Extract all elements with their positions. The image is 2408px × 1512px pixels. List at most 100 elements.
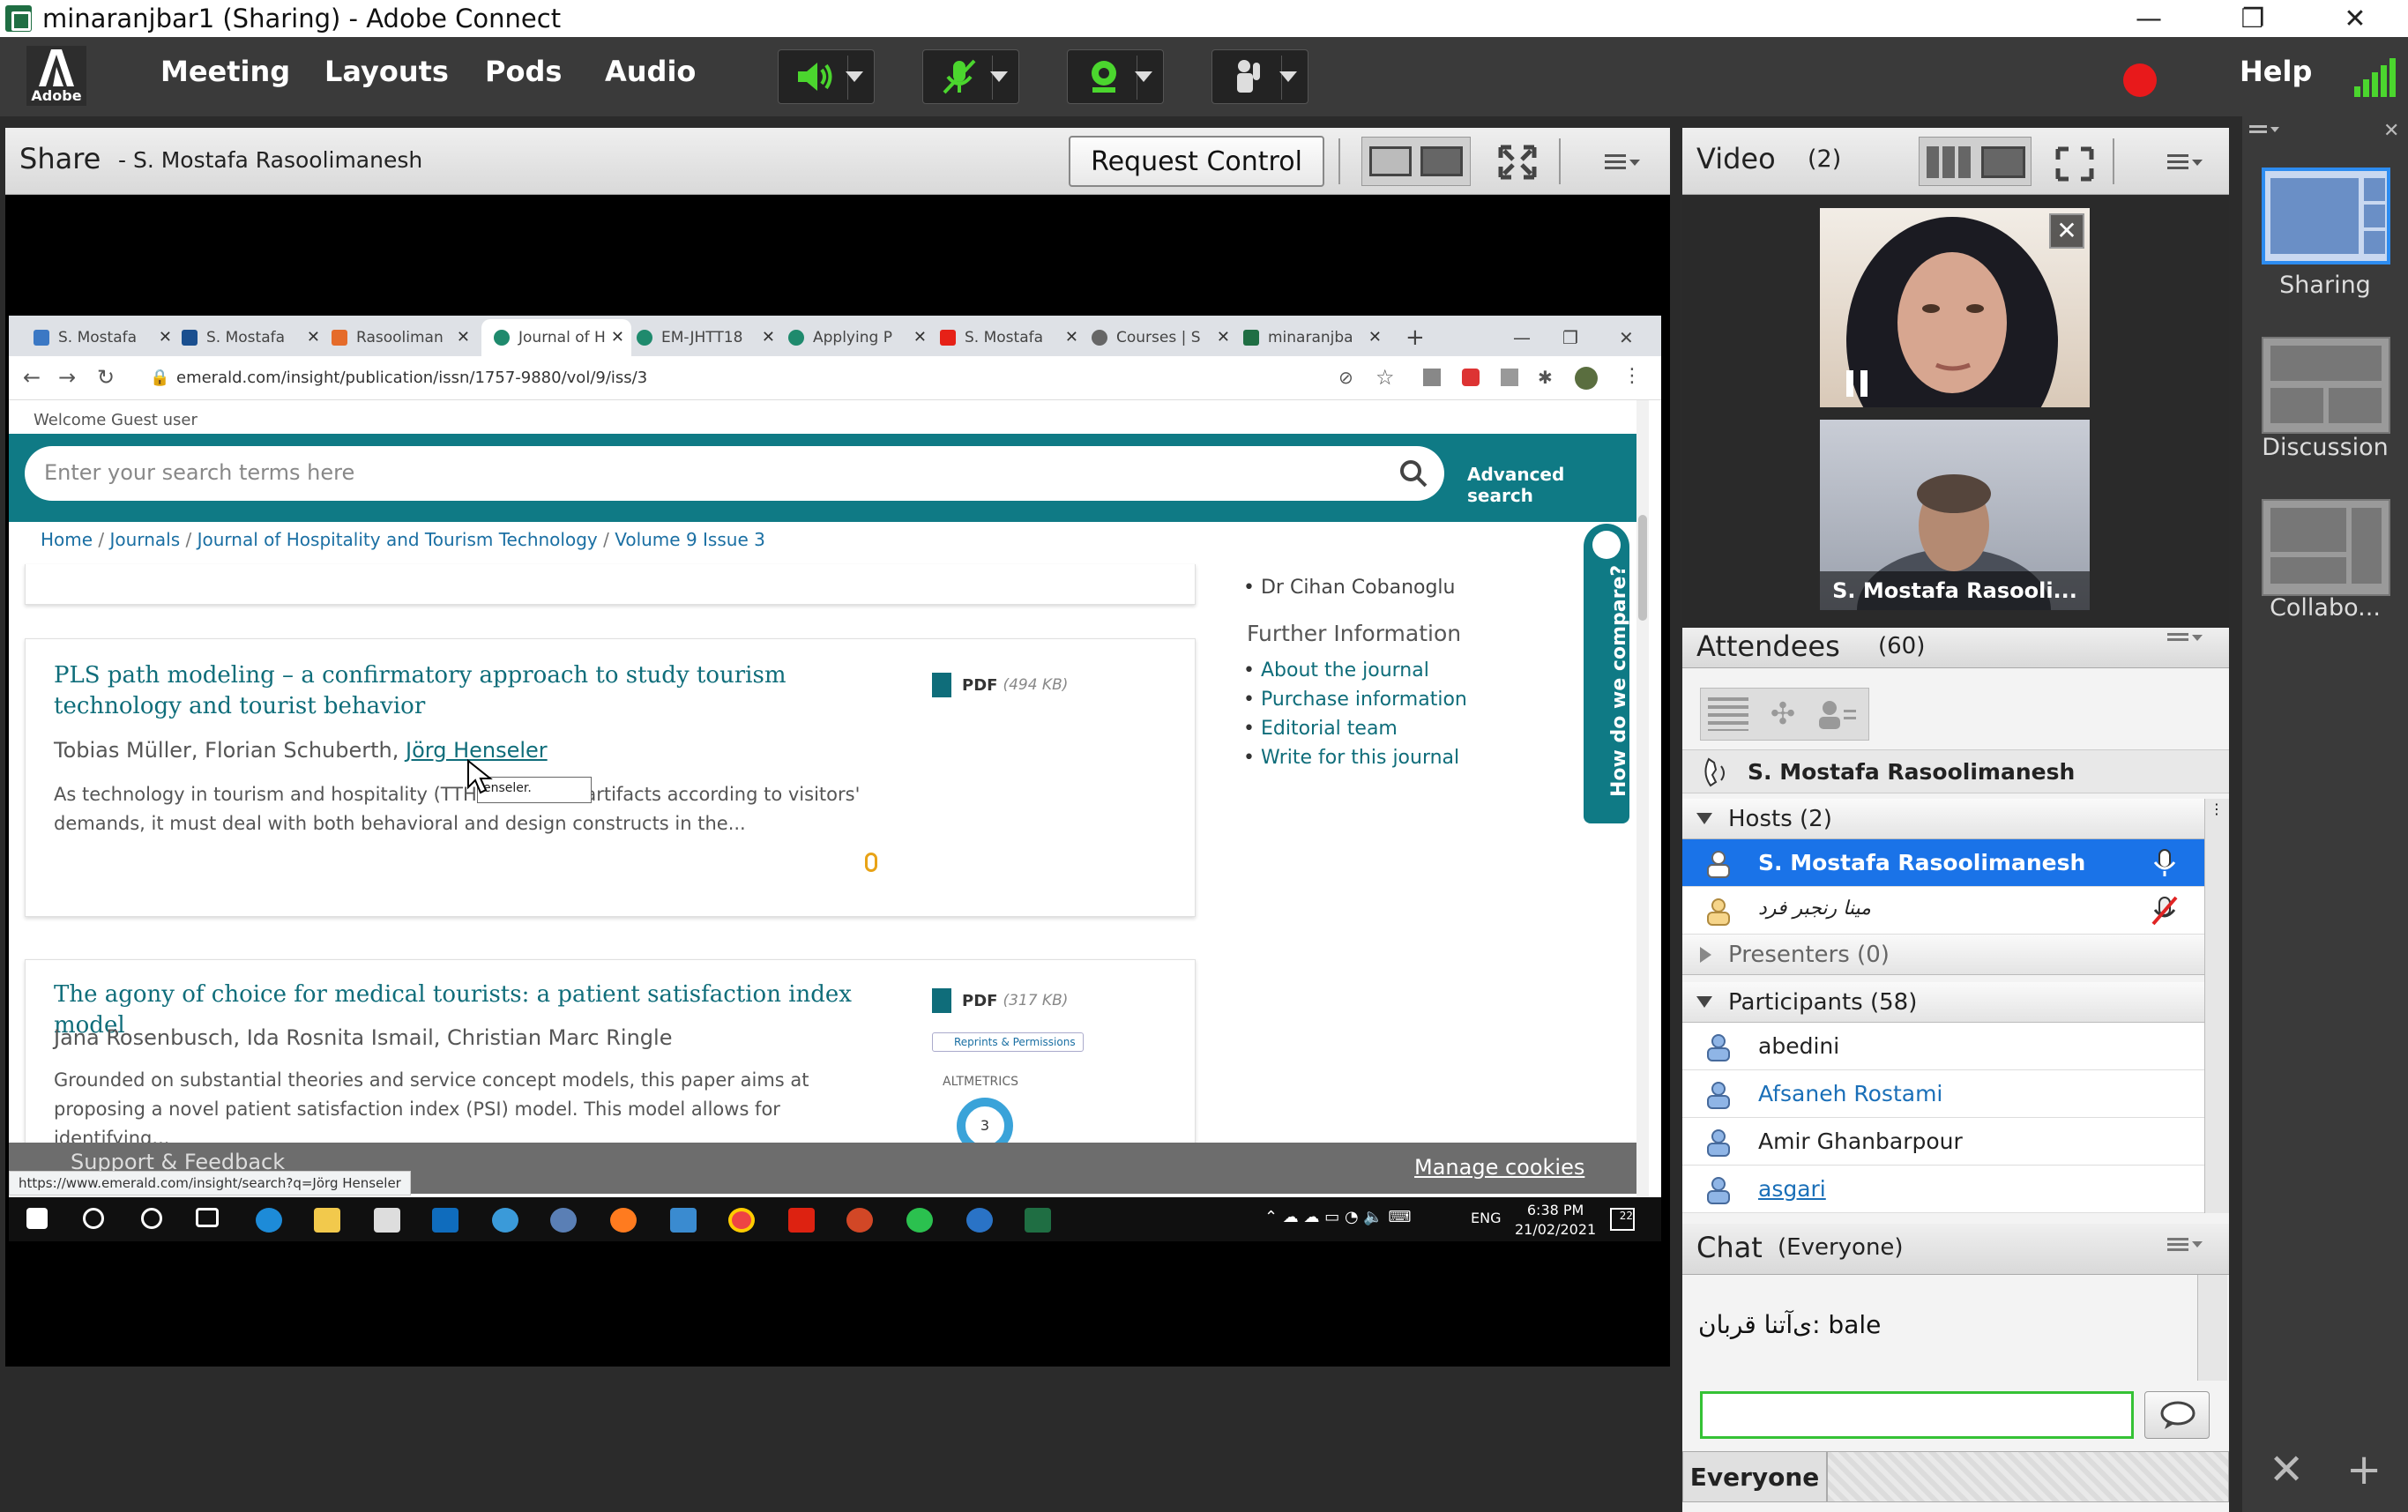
rail-close-icon[interactable]: ✕ — [2383, 120, 2399, 142]
chat-message-input[interactable] — [1700, 1391, 2134, 1439]
language-indicator[interactable]: ENG — [1471, 1210, 1501, 1226]
close-button[interactable]: ✕ — [2324, 0, 2386, 37]
forward-icon[interactable]: → — [58, 365, 76, 390]
cortana-icon[interactable] — [141, 1208, 162, 1229]
restore-button[interactable]: ❐ — [2222, 0, 2284, 37]
layout-discussion-thumbnail[interactable] — [2262, 337, 2390, 434]
extension-icon[interactable] — [1501, 369, 1518, 386]
firefox-icon[interactable] — [610, 1208, 637, 1233]
acrobat-icon[interactable] — [788, 1208, 815, 1233]
manage-cookies-link[interactable]: Manage cookies — [1414, 1155, 1584, 1180]
back-icon[interactable]: ← — [23, 365, 41, 390]
breadcrumb-home[interactable]: Home — [41, 529, 93, 550]
breadcrumb-issue[interactable]: Volume 9 Issue 3 — [615, 529, 765, 550]
layout-sharing-label[interactable]: Sharing — [2242, 272, 2408, 299]
layout-collaboration-thumbnail[interactable] — [2262, 499, 2390, 596]
menu-help[interactable]: Help — [2240, 55, 2312, 88]
attendee-row[interactable]: Afsaneh Rostami — [1682, 1070, 2204, 1118]
raise-hand-button[interactable] — [1211, 49, 1308, 104]
extension-icon[interactable] — [1462, 369, 1480, 386]
notifications-icon[interactable]: 22 — [1610, 1208, 1635, 1231]
layout-collaboration-label[interactable]: Collabo... — [2242, 594, 2408, 622]
video-fullscreen-icon[interactable] — [2053, 138, 2097, 191]
write-for-journal-link[interactable]: Write for this journal — [1243, 747, 1467, 769]
app-icon[interactable] — [550, 1208, 577, 1233]
article-pdf-link[interactable]: PDF (494 KB) — [932, 673, 1068, 697]
browser-tab[interactable]: S. Mostafa ✕ — [940, 319, 1085, 356]
video-pod-options-icon[interactable] — [2166, 137, 2204, 190]
list-view-icon[interactable] — [1708, 697, 1748, 731]
edge-icon[interactable] — [256, 1208, 282, 1233]
new-tab-button[interactable]: + — [1405, 319, 1432, 356]
chat-recipient-button[interactable]: Everyone — [1682, 1451, 1827, 1502]
send-message-button[interactable] — [2144, 1391, 2210, 1439]
browser-menu-icon[interactable]: ⋮ — [1622, 365, 1642, 387]
whatsapp-icon[interactable] — [906, 1208, 933, 1233]
scroll-handle-icon[interactable]: ⋮ — [2209, 801, 2225, 827]
attendee-row[interactable]: S. Mostafa Rasoolimanesh — [1682, 839, 2204, 887]
chat-options-icon[interactable] — [2166, 1233, 2204, 1262]
advanced-search-link[interactable]: Advanced search — [1467, 464, 1636, 506]
presenters-group-header[interactable]: Presenters (0) — [1682, 935, 2204, 975]
menu-layouts[interactable]: Layouts — [324, 55, 449, 88]
microphone-menu-caret[interactable] — [990, 71, 1008, 82]
powerpoint-icon[interactable] — [846, 1208, 873, 1233]
url-field[interactable]: emerald.com/insight/publication/issn/175… — [176, 369, 647, 387]
browser-tab-active[interactable]: Journal of H ✕ — [481, 319, 631, 356]
layout-tools-icon[interactable]: ✕ — [2269, 1445, 2304, 1494]
attendee-row[interactable]: abedini — [1682, 1023, 2204, 1070]
article-title-link[interactable]: PLS path modeling – a confirmatory appro… — [54, 660, 900, 722]
search-icon[interactable] — [1398, 458, 1428, 488]
video-layout-toggle[interactable] — [1919, 137, 2032, 186]
speaker-menu-caret[interactable] — [846, 71, 863, 82]
browser-close[interactable]: ✕ — [1619, 319, 1645, 356]
how-do-we-compare-tab[interactable]: How do we compare? — [1584, 524, 1630, 823]
extension-icon[interactable] — [1423, 369, 1441, 386]
camera-button[interactable] — [1067, 49, 1164, 104]
reload-icon[interactable]: ↻ — [97, 365, 115, 390]
attendee-status-view-icon[interactable] — [1817, 697, 1858, 731]
about-journal-link[interactable]: About the journal — [1243, 659, 1467, 682]
layout-discussion-label[interactable]: Discussion — [2242, 434, 2408, 461]
chrome-icon[interactable] — [728, 1208, 755, 1233]
participants-group-header[interactable]: Participants (58) — [1682, 982, 2204, 1023]
browser-tab[interactable]: Applying P ✕ — [788, 319, 934, 356]
breadcrumb-journals[interactable]: Journals — [110, 529, 181, 550]
windows-start-icon[interactable] — [26, 1208, 48, 1229]
fit-page-icon[interactable] — [1420, 146, 1463, 176]
fullscreen-icon[interactable] — [1495, 137, 1539, 186]
browser-restore[interactable]: ❐ — [1562, 319, 1589, 356]
close-video-icon[interactable]: ✕ — [2049, 213, 2084, 249]
browser-tab[interactable]: S. Mostafa ✕ — [182, 319, 327, 356]
attendee-list-scrollbar[interactable]: ⋮ — [2204, 799, 2229, 1213]
request-control-button[interactable]: Request Control — [1069, 136, 1324, 187]
breadcrumb-journal[interactable]: Journal of Hospitality and Tourism Techn… — [198, 529, 598, 550]
camera-menu-caret[interactable] — [1135, 71, 1152, 82]
menu-audio[interactable]: Audio — [605, 55, 696, 88]
minimize-button[interactable]: — — [2118, 0, 2180, 37]
page-scrollbar[interactable] — [1636, 400, 1649, 1197]
adobe-connect-taskbar-icon[interactable] — [1025, 1208, 1051, 1233]
profile-avatar[interactable] — [1575, 367, 1598, 390]
hosts-group-header[interactable]: Hosts (2) — [1682, 799, 2204, 839]
browser-tab[interactable]: S. Mostafa ✕ — [34, 319, 179, 356]
attendee-row[interactable]: مینا رنجبر فرد — [1682, 887, 2204, 935]
app-icon[interactable] — [966, 1208, 993, 1233]
search-taskbar-icon[interactable] — [83, 1208, 104, 1229]
layout-sharing-thumbnail[interactable] — [2262, 168, 2390, 264]
browser-tab[interactable]: EM-JHTT18 ✕ — [637, 319, 782, 356]
rail-options-icon[interactable] — [2248, 120, 2283, 139]
pod-options-menu-icon[interactable] — [1603, 137, 1642, 186]
recording-indicator[interactable] — [2123, 63, 2157, 97]
editorial-team-link[interactable]: Editorial team — [1243, 718, 1467, 740]
purchase-info-link[interactable]: Purchase information — [1243, 689, 1467, 711]
status-menu-caret[interactable] — [1279, 71, 1297, 82]
outlook-icon[interactable] — [432, 1208, 458, 1233]
fit-width-icon[interactable] — [1369, 146, 1412, 176]
bookmark-star-icon[interactable]: ☆ — [1375, 365, 1395, 390]
pause-icon[interactable] — [1846, 370, 1868, 397]
tracking-icon[interactable]: ⊘ — [1338, 367, 1353, 388]
browser-tab[interactable]: Rasooliman ✕ — [332, 319, 477, 356]
attendees-options-icon[interactable] — [2166, 628, 2204, 658]
ie-icon[interactable] — [492, 1208, 518, 1233]
